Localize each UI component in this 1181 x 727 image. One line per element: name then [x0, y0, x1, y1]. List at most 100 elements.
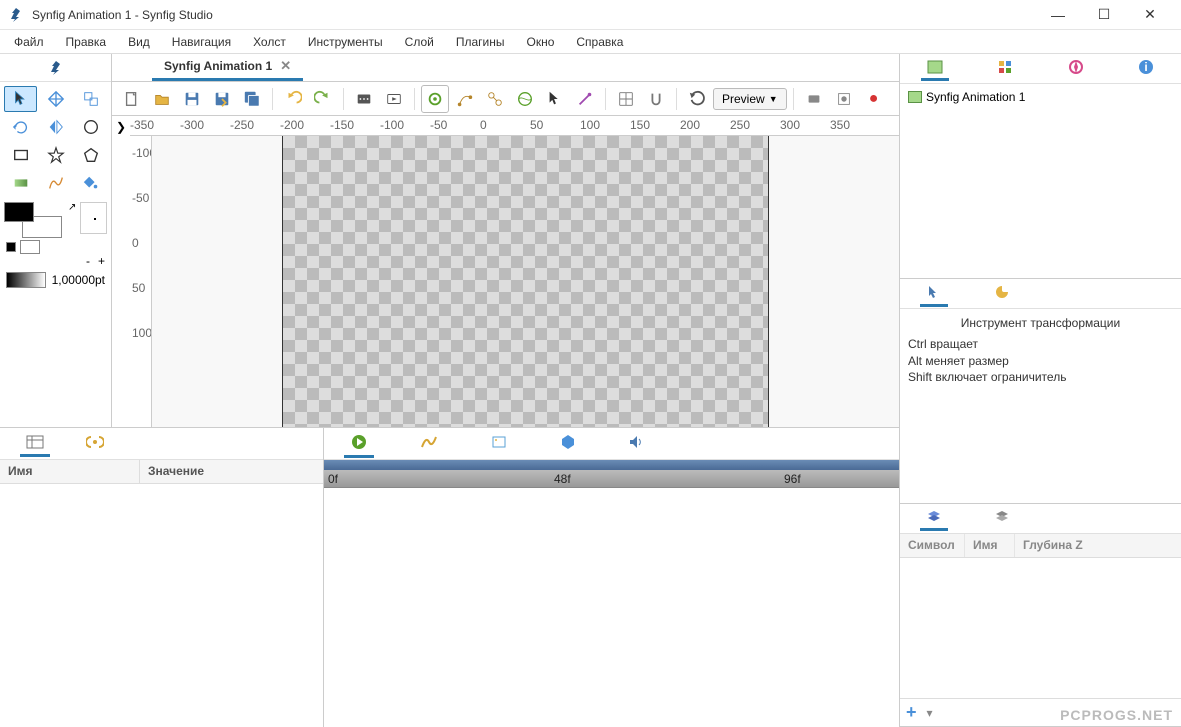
undo-icon[interactable] [279, 85, 307, 113]
preview-render-icon[interactable] [380, 85, 408, 113]
tool-scale[interactable] [74, 86, 107, 112]
menu-layer[interactable]: Слой [395, 32, 444, 52]
tool-mirror[interactable] [39, 114, 72, 140]
show-grid-toggle-icon[interactable] [511, 85, 539, 113]
params-tab[interactable] [20, 430, 50, 457]
params-col-value[interactable]: Значение [140, 460, 323, 483]
layers-tab[interactable] [920, 506, 948, 531]
menu-help[interactable]: Справка [566, 32, 633, 52]
gradient-preview[interactable] [6, 272, 46, 288]
timeline-header-strip[interactable] [324, 460, 899, 470]
menubar: Файл Правка Вид Навигация Холст Инструме… [0, 30, 1181, 54]
swap-colors-icon[interactable]: ↗ [68, 202, 76, 213]
tool-info-title: Инструмент трансформации [908, 315, 1173, 332]
eyedropper-icon[interactable] [541, 85, 569, 113]
menu-plugins[interactable]: Плагины [446, 32, 515, 52]
maximize-button[interactable]: ☐ [1081, 0, 1127, 30]
params-panel: Имя Значение [0, 428, 324, 727]
refresh-icon[interactable] [683, 85, 711, 113]
add-layer-button[interactable]: + [906, 702, 917, 723]
cutout-icon[interactable] [571, 85, 599, 113]
new-file-icon[interactable] [118, 85, 146, 113]
document-tab-label: Synfig Animation 1 [164, 59, 272, 73]
timetrack-tab[interactable] [344, 429, 374, 458]
tool-gradient[interactable] [4, 170, 37, 196]
default-colors[interactable] [6, 242, 16, 252]
tool-options-panel: Инструмент трансформации Ctrl вращает Al… [900, 279, 1181, 504]
tool-star[interactable] [39, 142, 72, 168]
save-icon[interactable] [178, 85, 206, 113]
timeline-ruler[interactable]: 0f 48f 96f [324, 470, 899, 488]
menu-window[interactable]: Окно [517, 32, 565, 52]
keyframes-tab[interactable] [484, 430, 514, 457]
brush-increase[interactable]: + [98, 254, 105, 268]
save-all-icon[interactable] [238, 85, 266, 113]
sound-tab[interactable] [622, 430, 650, 457]
timeline-tracks[interactable] [324, 488, 899, 727]
tool-rotate[interactable] [4, 114, 37, 140]
menu-edit[interactable]: Правка [56, 32, 117, 52]
tool-transform[interactable] [4, 86, 37, 112]
snap-icon[interactable] [642, 85, 670, 113]
history-tab[interactable] [991, 55, 1019, 82]
layers-col-depth[interactable]: Глубина Z [1015, 534, 1181, 557]
tool-polygon[interactable] [74, 142, 107, 168]
redo-icon[interactable] [309, 85, 337, 113]
menu-view[interactable]: Вид [118, 32, 160, 52]
info-tab[interactable]: i [1132, 55, 1160, 82]
minimize-button[interactable]: — [1035, 0, 1081, 30]
layers-list[interactable] [900, 558, 1181, 698]
library-tab[interactable] [988, 506, 1016, 531]
open-file-icon[interactable] [148, 85, 176, 113]
color-swatches[interactable]: ↗ [0, 200, 111, 240]
children-tab[interactable] [80, 430, 110, 457]
canvas-list-item[interactable]: Synfig Animation 1 [906, 88, 1175, 106]
params-list[interactable] [0, 484, 323, 727]
save-as-icon[interactable] [208, 85, 236, 113]
menu-tools[interactable]: Инструменты [298, 32, 393, 52]
menu-file[interactable]: Файл [4, 32, 54, 52]
app-logo-icon [8, 7, 24, 23]
layer-menu-icon[interactable]: ▾ [927, 706, 933, 720]
show-guides-icon[interactable] [481, 85, 509, 113]
brush-decrease[interactable]: - [86, 254, 90, 268]
tool-circle[interactable] [74, 114, 107, 140]
canvases-tab[interactable] [921, 56, 949, 81]
curves-tab[interactable] [414, 430, 444, 457]
svg-text:i: i [1144, 60, 1147, 74]
tool-options-tab[interactable] [920, 280, 948, 307]
params-col-name[interactable]: Имя [0, 460, 140, 483]
render-settings-icon[interactable] [800, 85, 828, 113]
menu-canvas[interactable]: Холст [243, 32, 296, 52]
canvas-toolbar: Preview ▼ ● [112, 82, 899, 116]
reset-colors[interactable] [20, 240, 40, 254]
fill-color[interactable] [4, 202, 34, 222]
document-tabs: Synfig Animation 1 ✕ [112, 54, 899, 82]
tool-spline[interactable] [39, 170, 72, 196]
show-handles-icon[interactable] [451, 85, 479, 113]
navigator-tab[interactable] [1062, 55, 1090, 82]
menu-navigation[interactable]: Навигация [162, 32, 241, 52]
tool-fill[interactable] [74, 170, 107, 196]
grid-icon[interactable] [612, 85, 640, 113]
render-icon[interactable] [350, 85, 378, 113]
ruler-horizontal[interactable]: -350 -300 -250 -200 -150 -100 -50 0 50 1… [130, 116, 899, 136]
preview-button[interactable]: Preview ▼ [713, 88, 787, 110]
close-button[interactable]: ✕ [1127, 0, 1173, 30]
document-tab[interactable]: Synfig Animation 1 ✕ [152, 53, 303, 81]
metadata-tab[interactable] [554, 430, 582, 457]
tool-smooth-move[interactable] [39, 86, 72, 112]
onion-skin-icon[interactable] [421, 85, 449, 113]
tool-info-line3: Shift включает ограничитель [908, 369, 1173, 386]
titlebar: Synfig Animation 1 - Synfig Studio — ☐ ✕ [0, 0, 1181, 30]
tool-info-line2: Alt меняет размер [908, 353, 1173, 370]
record-icon[interactable]: ● [860, 85, 888, 113]
background-render-icon[interactable] [830, 85, 858, 113]
layers-col-name[interactable]: Имя [965, 534, 1015, 557]
document-tab-close[interactable]: ✕ [280, 58, 291, 74]
layers-header: Символ Имя Глубина Z [900, 534, 1181, 558]
layers-col-symbol[interactable]: Символ [900, 534, 965, 557]
preview-label: Preview [722, 92, 765, 106]
tool-rectangle[interactable] [4, 142, 37, 168]
palette-tab[interactable] [988, 280, 1016, 307]
